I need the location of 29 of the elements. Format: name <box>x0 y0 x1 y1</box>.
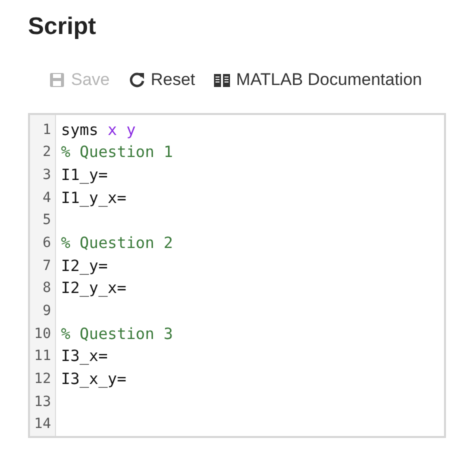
line-number: 5 <box>42 211 52 230</box>
line-number: 3 <box>42 166 52 185</box>
code-line: % Question 1 <box>61 143 173 162</box>
toolbar-button[interactable]: MATLAB Documentation <box>213 67 422 92</box>
code-line: % Question 3 <box>61 324 173 343</box>
line-number: 14 <box>33 415 52 434</box>
code-line: % Question 2 <box>61 234 173 252</box>
line-number: 10 <box>33 324 52 344</box>
code-line: I2_y= <box>61 256 108 275</box>
code-line: I1_y= <box>61 166 108 184</box>
toolbar-button[interactable]: Reset <box>128 67 196 92</box>
line-number: 1 <box>42 120 52 140</box>
code-line: I3_x= <box>61 347 108 366</box>
code-line: I3_x_y= <box>61 370 126 388</box>
page-title: Script <box>28 12 98 42</box>
rotate-arrow-icon <box>128 70 146 89</box>
line-number: 12 <box>33 370 52 390</box>
code-editor[interactable]: 1 2 3 4 5 6 7 8 9 10 11 12 13 14 syms x y % Question 1 I1_y= I1_y_x= % Question 2 I2_y= I2_y_x= % Question 3 I3_x= I3_x_y= <box>28 112 446 438</box>
line-number: 4 <box>42 188 52 208</box>
code-line: syms x y <box>61 120 136 138</box>
line-number: 6 <box>42 234 52 253</box>
code-line: I2_y_x= <box>61 279 126 298</box>
line-number: 11 <box>33 347 52 366</box>
line-number: 7 <box>42 256 52 276</box>
line-number: 2 <box>42 143 52 162</box>
line-number: 13 <box>33 392 52 412</box>
code-line: I1_y_x= <box>61 188 126 207</box>
line-number: 9 <box>42 302 52 321</box>
line-number: 8 <box>42 279 52 298</box>
